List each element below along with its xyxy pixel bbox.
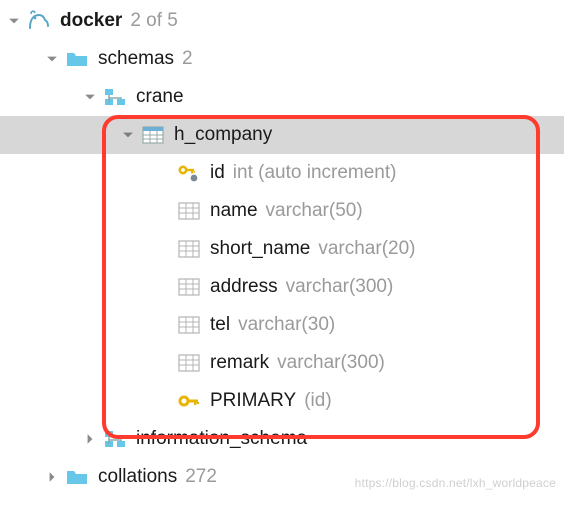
column-type: varchar(300) bbox=[277, 352, 385, 374]
node-label: schemas bbox=[98, 48, 174, 70]
tree-node-primary-key[interactable]: PRIMARY (id) bbox=[0, 382, 564, 420]
primary-label: PRIMARY bbox=[210, 390, 296, 412]
column-icon bbox=[176, 353, 202, 373]
node-count: 272 bbox=[185, 466, 217, 488]
table-icon bbox=[140, 125, 166, 145]
tree-node-docker[interactable]: docker 2 of 5 bbox=[0, 2, 564, 40]
node-label: docker bbox=[60, 10, 122, 32]
chevron-down-icon bbox=[6, 15, 22, 27]
tree-node-column[interactable]: remark varchar(300) bbox=[0, 344, 564, 382]
column-type: varchar(30) bbox=[238, 314, 335, 336]
key-icon bbox=[176, 391, 202, 411]
tree-node-column[interactable]: id int (auto increment) bbox=[0, 154, 564, 192]
column-type: varchar(300) bbox=[286, 276, 394, 298]
column-type: varchar(50) bbox=[266, 200, 363, 222]
mysql-icon bbox=[26, 8, 52, 34]
tree-node-column[interactable]: tel varchar(30) bbox=[0, 306, 564, 344]
folder-icon bbox=[64, 467, 90, 487]
tree-node-crane[interactable]: crane bbox=[0, 78, 564, 116]
node-badge: 2 of 5 bbox=[130, 10, 178, 32]
schema-icon bbox=[102, 87, 128, 107]
chevron-right-icon bbox=[44, 471, 60, 483]
chevron-down-icon bbox=[82, 91, 98, 103]
column-name: tel bbox=[210, 314, 230, 336]
node-label: information_schema bbox=[136, 428, 307, 450]
tree-node-table-h_company[interactable]: h_company bbox=[0, 116, 564, 154]
column-type: varchar(20) bbox=[318, 238, 415, 260]
column-icon bbox=[176, 277, 202, 297]
node-label: h_company bbox=[174, 124, 272, 146]
column-name: id bbox=[210, 162, 225, 184]
primary-key-column-icon bbox=[176, 163, 202, 183]
db-tree: docker 2 of 5 schemas 2 crane bbox=[0, 0, 564, 496]
chevron-right-icon bbox=[82, 433, 98, 445]
node-label: crane bbox=[136, 86, 184, 108]
column-icon bbox=[176, 315, 202, 335]
column-name: short_name bbox=[210, 238, 310, 260]
node-label: collations bbox=[98, 466, 177, 488]
column-name: name bbox=[210, 200, 258, 222]
primary-cols: (id) bbox=[304, 390, 331, 412]
column-name: address bbox=[210, 276, 278, 298]
node-count: 2 bbox=[182, 48, 193, 70]
table-columns: id int (auto increment) name varchar(50) s… bbox=[0, 154, 564, 382]
column-name: remark bbox=[210, 352, 269, 374]
column-icon bbox=[176, 239, 202, 259]
tree-node-column[interactable]: address varchar(300) bbox=[0, 268, 564, 306]
tree-node-information_schema[interactable]: information_schema bbox=[0, 420, 564, 458]
column-type: int (auto increment) bbox=[233, 162, 397, 184]
tree-node-schemas[interactable]: schemas 2 bbox=[0, 40, 564, 78]
schema-icon bbox=[102, 429, 128, 449]
tree-node-column[interactable]: name varchar(50) bbox=[0, 192, 564, 230]
folder-icon bbox=[64, 49, 90, 69]
chevron-down-icon bbox=[44, 53, 60, 65]
tree-node-column[interactable]: short_name varchar(20) bbox=[0, 230, 564, 268]
column-icon bbox=[176, 201, 202, 221]
chevron-down-icon bbox=[120, 129, 136, 141]
watermark: https://blog.csdn.net/lxh_worldpeace bbox=[355, 476, 556, 490]
